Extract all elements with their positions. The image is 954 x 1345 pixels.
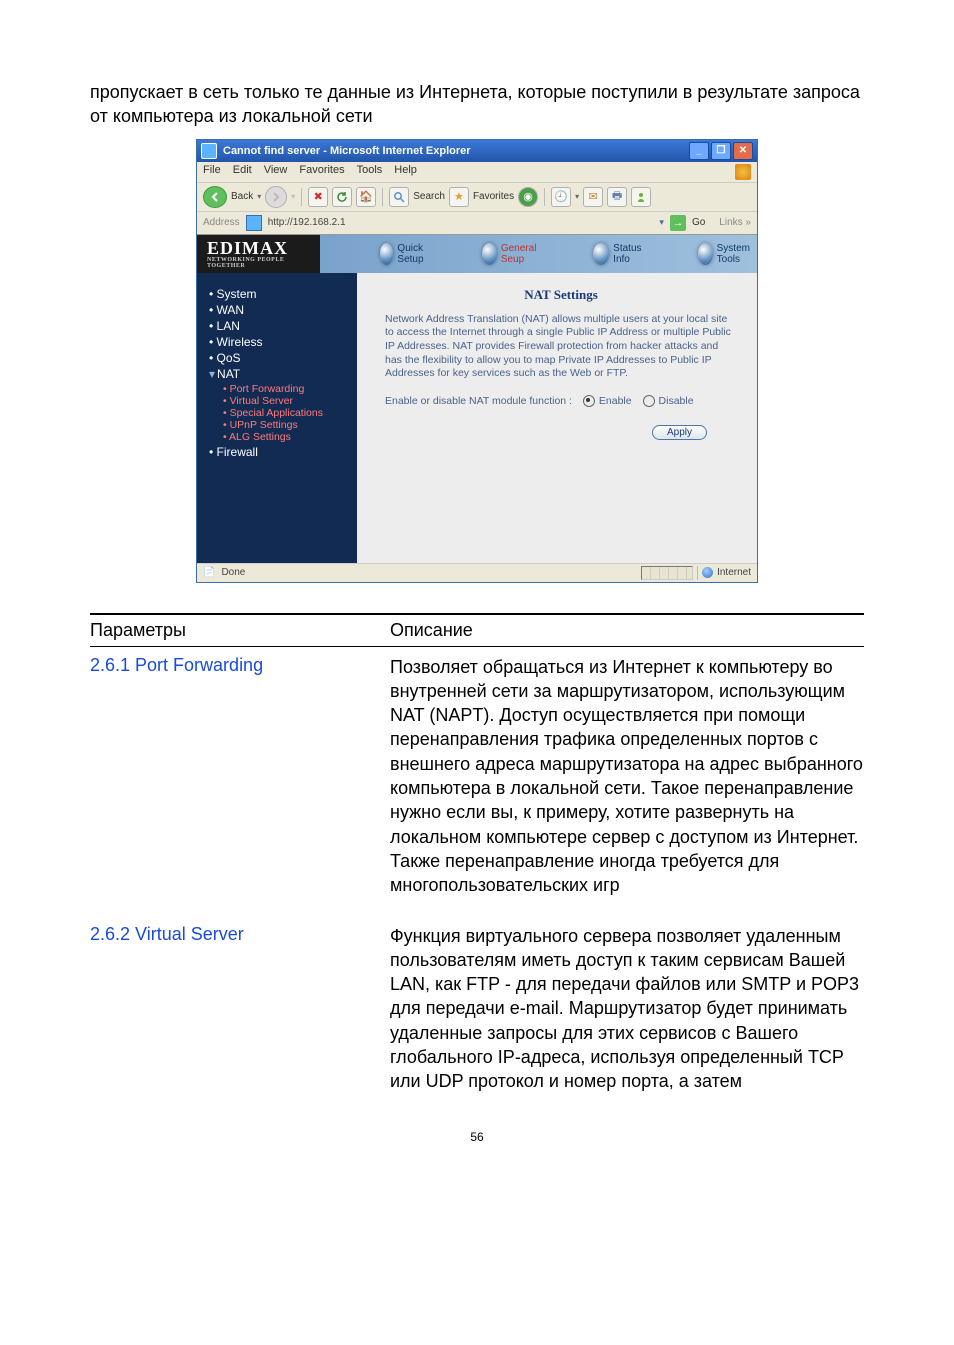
chevron-down-icon: ▾ (209, 367, 215, 381)
stop-button[interactable]: ✖ (308, 187, 328, 207)
radio-disable-label: Disable (659, 395, 694, 407)
back-button[interactable] (203, 186, 227, 208)
back-label: Back (231, 191, 253, 202)
favorites-button[interactable]: ★ (449, 187, 469, 207)
ie-logo-icon (201, 143, 217, 159)
window-title: Cannot find server - Microsoft Internet … (223, 145, 689, 157)
radio-disable[interactable] (643, 395, 655, 407)
menu-favorites[interactable]: Favorites (299, 164, 344, 180)
links-label[interactable]: Links » (719, 217, 751, 228)
menu-view[interactable]: View (264, 164, 288, 180)
params-header-name: Параметры (90, 620, 390, 641)
page-number: 56 (90, 1130, 864, 1144)
status-zone-text: Internet (717, 567, 751, 578)
desc-port-forwarding: Позволяет обращаться из Интернет к компь… (390, 655, 864, 898)
table-row: 2.6.2 Virtual Server Функция виртуальног… (90, 916, 864, 1112)
sidebar-item-alg-settings[interactable]: ALG Settings (223, 431, 349, 443)
nat-settings-description: Network Address Translation (NAT) allows… (385, 313, 737, 381)
sidebar-item-system[interactable]: System (209, 287, 349, 301)
radio-enable[interactable] (583, 395, 595, 407)
sidebar-item-wan[interactable]: WAN (209, 303, 349, 317)
radio-row-label: Enable or disable NAT module function : (385, 395, 572, 407)
page-done-icon: 📄 (203, 567, 215, 578)
search-label: Search (413, 191, 445, 202)
edimax-logo: EDIMAX NETWORKING PEOPLE TOGETHER (197, 238, 320, 269)
nav-status-info[interactable]: Status Info (593, 243, 647, 265)
sidebar-item-special-applications[interactable]: Special Applications (223, 407, 349, 419)
menu-edit[interactable]: Edit (233, 164, 252, 180)
address-bar: Address http://192.168.2.1 ▾ → Go Links … (197, 212, 757, 235)
menu-help[interactable]: Help (394, 164, 417, 180)
page-favicon-icon (246, 215, 262, 231)
orb-icon (698, 243, 713, 265)
nav-quick-setup[interactable]: Quick Setup (380, 243, 432, 265)
link-virtual-server[interactable]: 2.6.2 Virtual Server (90, 924, 244, 944)
document-page: пропускает в сеть только те данные из Ин… (0, 0, 954, 1184)
embedded-screenshot: Cannot find server - Microsoft Internet … (196, 139, 758, 583)
nav-general-setup[interactable]: General Seup (482, 243, 544, 265)
params-table-header: Параметры Описание (90, 613, 864, 647)
status-separator-cells (641, 566, 693, 580)
orb-icon (380, 243, 394, 265)
toolbar: Back ▾ ▾ ✖ 🏠 Search ★ Favorites ◉ 🕘 ▾ ✉ (197, 183, 757, 212)
search-button[interactable] (389, 187, 409, 207)
nat-enable-disable-row: Enable or disable NAT module function : … (385, 395, 737, 407)
intro-paragraph: пропускает в сеть только те данные из Ин… (90, 80, 864, 129)
sidebar-item-virtual-server[interactable]: Virtual Server (223, 395, 349, 407)
menu-tools[interactable]: Tools (357, 164, 383, 180)
menu-file[interactable]: File (203, 164, 221, 180)
orb-icon (593, 243, 609, 265)
status-done-text: Done (221, 567, 245, 578)
orb-icon (482, 243, 497, 265)
menubar: File Edit View Favorites Tools Help (197, 162, 757, 183)
history-button[interactable]: 🕘 (551, 187, 571, 207)
window-close-button[interactable]: ✕ (733, 142, 753, 160)
sidebar-item-nat[interactable]: ▾NAT (209, 367, 349, 381)
go-button[interactable]: → (670, 215, 686, 231)
forward-button[interactable] (265, 186, 287, 208)
favorites-label: Favorites (473, 191, 514, 202)
nat-settings-heading: NAT Settings (385, 287, 737, 303)
ie-status-bar: 📄 Done Internet (197, 563, 757, 582)
sidebar-item-firewall[interactable]: Firewall (209, 445, 349, 459)
internet-zone-icon (702, 567, 713, 578)
print-button[interactable]: 🖶 (607, 187, 627, 207)
nav-system-tools[interactable]: System Tools (698, 243, 757, 265)
apply-button[interactable]: Apply (652, 425, 707, 440)
desc-virtual-server: Функция виртуального сервера позволяет у… (390, 924, 864, 1094)
router-main-pane: NAT Settings Network Address Translation… (357, 273, 757, 563)
go-label: Go (692, 217, 705, 228)
router-sidebar: System WAN LAN Wireless QoS ▾NAT Port Fo… (197, 273, 357, 563)
refresh-button[interactable] (332, 187, 352, 207)
params-header-desc: Описание (390, 620, 864, 641)
sidebar-item-lan[interactable]: LAN (209, 319, 349, 333)
sidebar-item-upnp-settings[interactable]: UPnP Settings (223, 419, 349, 431)
mail-button[interactable]: ✉ (583, 187, 603, 207)
messenger-icon[interactable] (631, 187, 651, 207)
router-banner: EDIMAX NETWORKING PEOPLE TOGETHER Quick … (197, 235, 757, 273)
window-titlebar: Cannot find server - Microsoft Internet … (197, 140, 757, 162)
table-row: 2.6.1 Port Forwarding Позволяет обращать… (90, 647, 864, 916)
address-url[interactable]: http://192.168.2.1 (268, 217, 654, 228)
sidebar-item-qos[interactable]: QoS (209, 351, 349, 365)
media-button[interactable]: ◉ (518, 187, 538, 207)
ie-throbber-icon (735, 164, 751, 180)
radio-enable-label: Enable (599, 395, 632, 407)
address-dropdown-icon[interactable]: ▾ (659, 217, 664, 228)
sidebar-item-wireless[interactable]: Wireless (209, 335, 349, 349)
link-port-forwarding[interactable]: 2.6.1 Port Forwarding (90, 655, 263, 675)
window-maximize-button[interactable]: ❐ (711, 142, 731, 160)
window-minimize-button[interactable]: _ (689, 142, 709, 160)
home-button[interactable]: 🏠 (356, 187, 376, 207)
sidebar-item-port-forwarding[interactable]: Port Forwarding (223, 383, 349, 395)
address-label: Address (203, 217, 240, 228)
